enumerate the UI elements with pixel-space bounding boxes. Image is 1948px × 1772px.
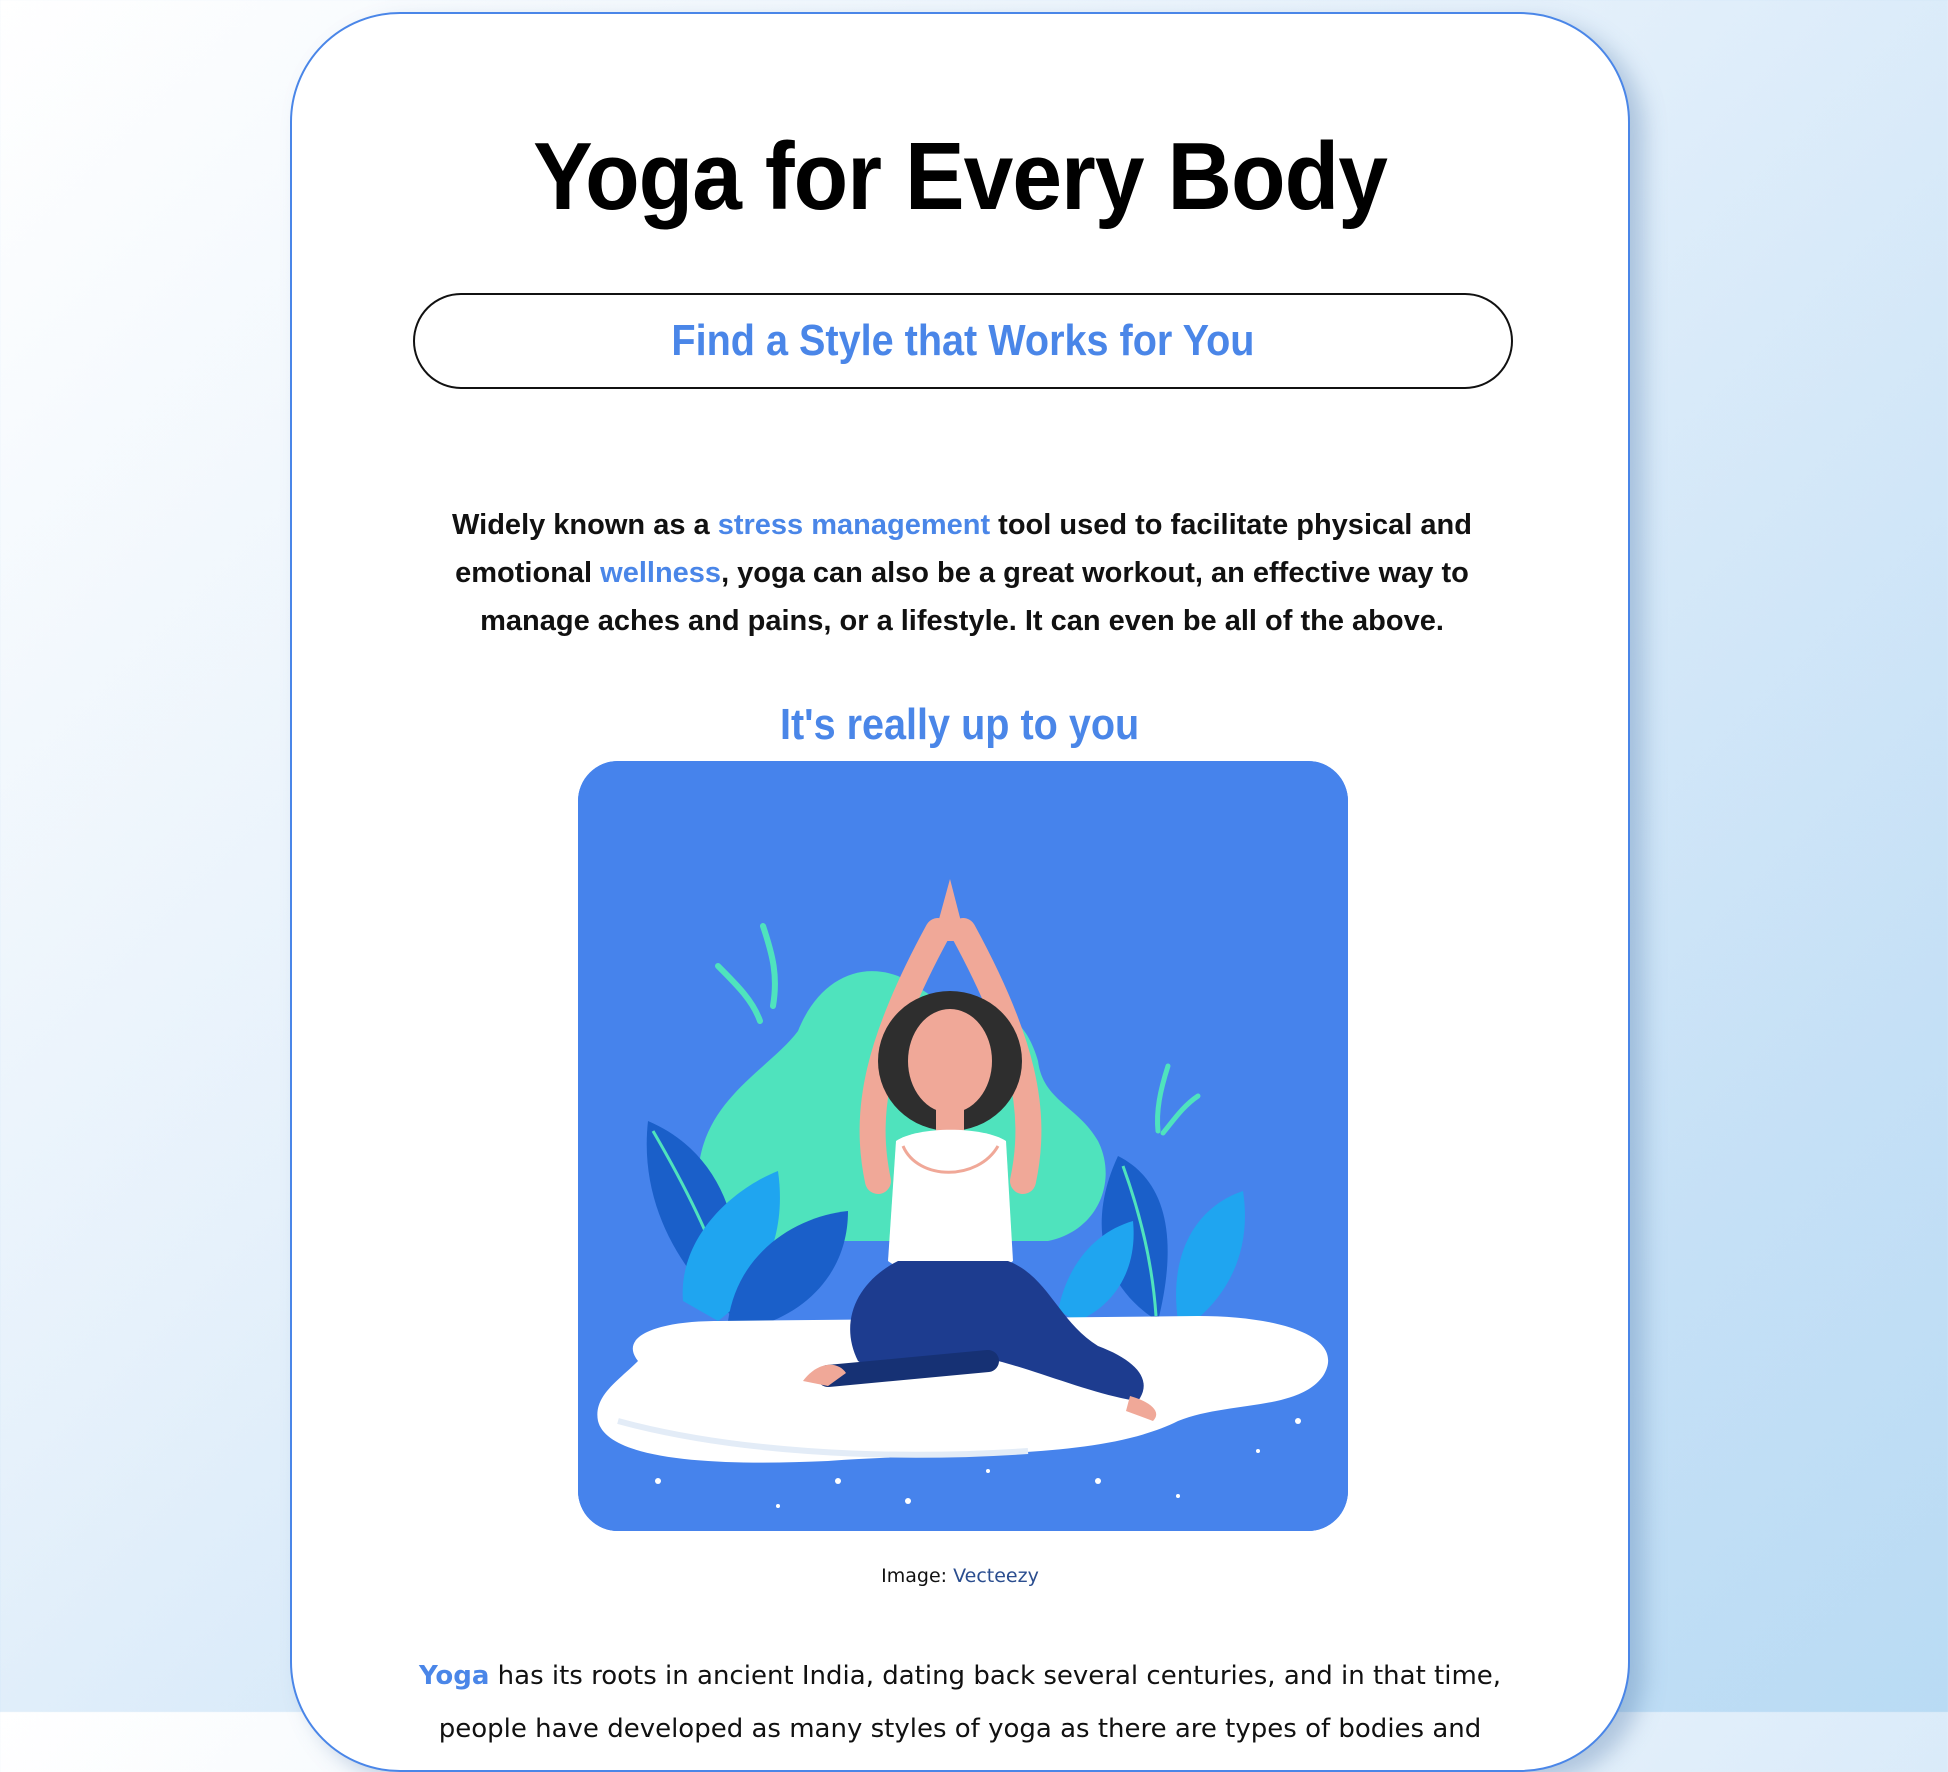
intro-text-1: Widely known as a: [452, 509, 718, 541]
subtitle-text: Find a Style that Works for You: [671, 316, 1255, 365]
intro-paragraph: Widely known as a stress management tool…: [422, 501, 1502, 645]
stress-management-link[interactable]: stress management: [718, 509, 990, 541]
yoga-illustration: [578, 761, 1348, 1531]
image-caption: Image: Vecteezy: [292, 1565, 1628, 1587]
yoga-link[interactable]: Yoga: [419, 1661, 489, 1691]
caption-prefix: Image:: [881, 1565, 954, 1587]
body-paragraph: Yoga has its roots in ancient India, dat…: [410, 1650, 1510, 1756]
section-heading-text: It's really up to you: [780, 700, 1140, 749]
page-title: Yoga for Every Body: [533, 123, 1388, 230]
body-text: has its roots in ancient India, dating b…: [438, 1661, 1502, 1744]
vecteezy-link[interactable]: Vecteezy: [953, 1565, 1039, 1587]
section-heading: It's really up to you: [292, 700, 1628, 750]
wellness-link[interactable]: wellness: [600, 557, 721, 589]
content-card: Yoga for Every Body Find a Style that Wo…: [290, 12, 1630, 1772]
subtitle-banner: Find a Style that Works for You: [413, 293, 1513, 389]
face: [908, 1009, 992, 1113]
